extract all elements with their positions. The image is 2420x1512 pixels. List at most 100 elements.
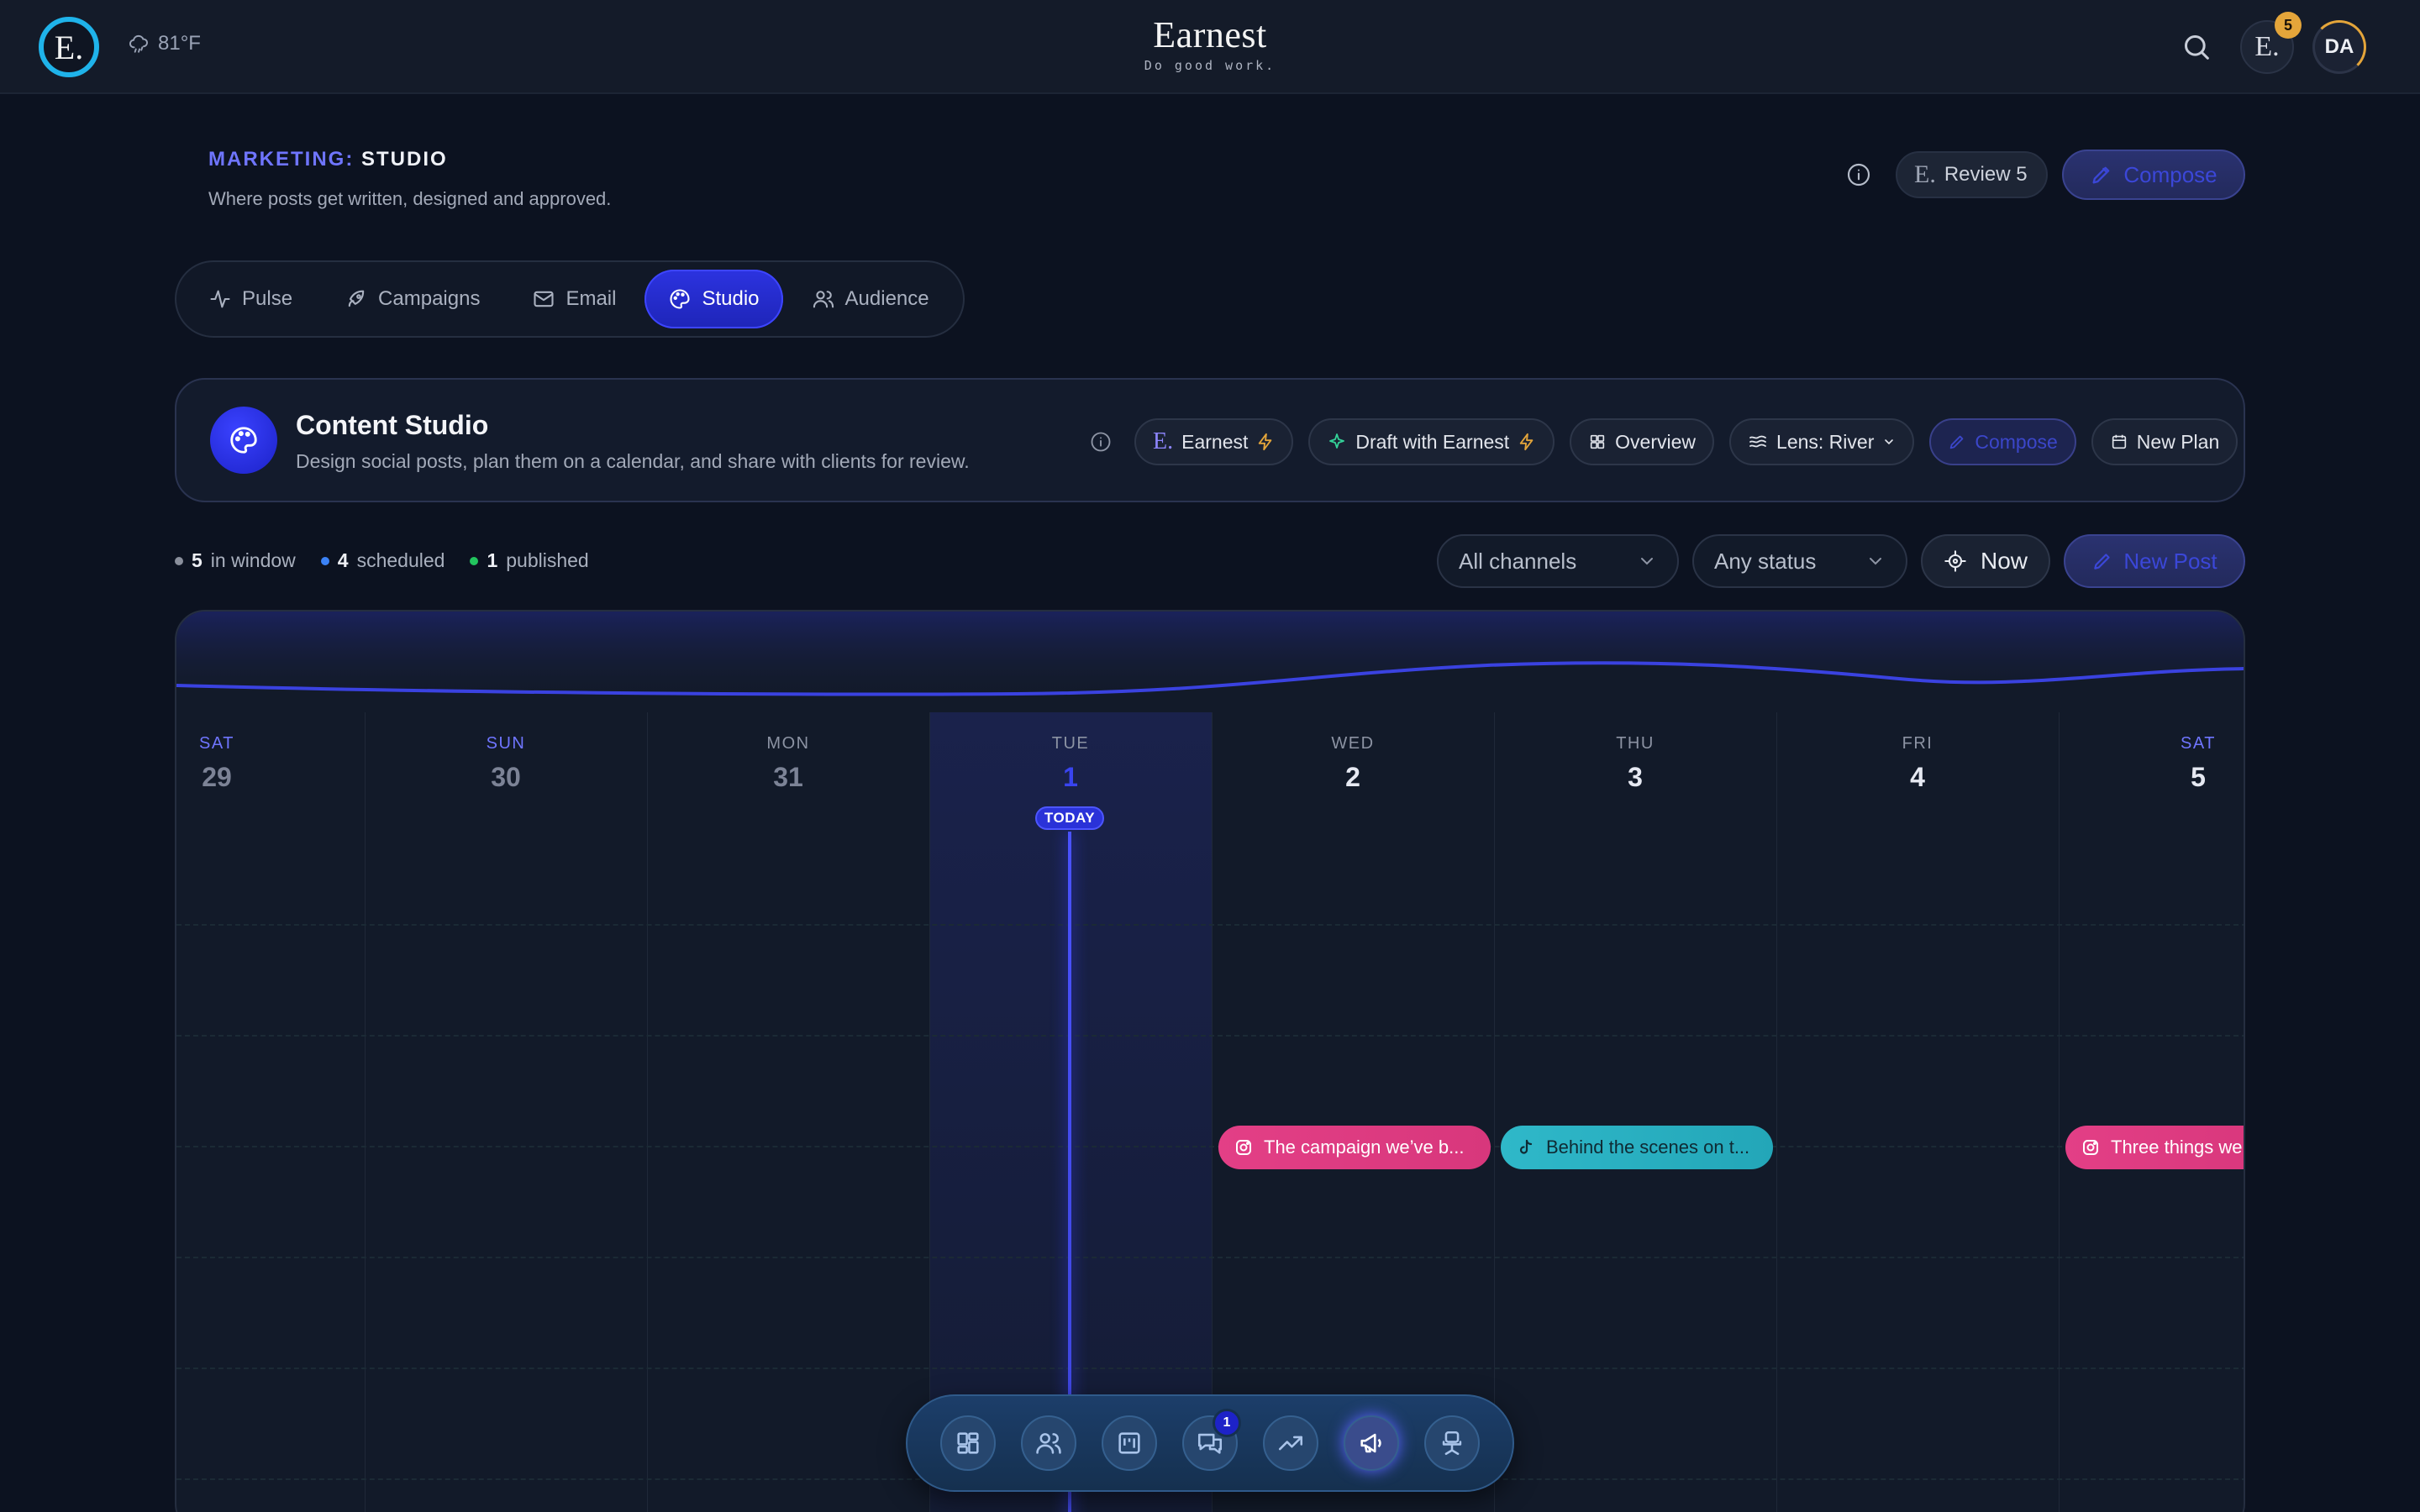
compose-label: Compose xyxy=(2123,161,2217,187)
section-tabs: Pulse Campaigns Email Studio Audience xyxy=(175,260,965,338)
review-label: Review 5 xyxy=(1944,163,2028,186)
pen-icon xyxy=(2094,554,2111,570)
brand: Earnest Do good work. xyxy=(0,13,2420,73)
draft-with-earnest-chip[interactable]: Draft with Earnest xyxy=(1308,418,1555,465)
day-column[interactable] xyxy=(176,712,365,1512)
stat-label: published xyxy=(506,549,589,571)
earnest-mark: E. xyxy=(1914,160,1936,188)
tab-campaigns[interactable]: Campaigns xyxy=(321,270,503,328)
content-calendar: SAT 29 SUN 30 MON 31 TUE 1 WED 2 THU 3 F… xyxy=(175,610,2245,1512)
studio-subtitle: Design social posts, plan them on a cale… xyxy=(296,450,970,472)
compose-chip[interactable]: Compose xyxy=(1929,418,2076,465)
day-column[interactable] xyxy=(647,712,929,1512)
scheduled-post[interactable]: Three things we xyxy=(2065,1126,2244,1169)
status-dot xyxy=(175,556,183,565)
tab-label: Audience xyxy=(844,287,929,310)
compose-button[interactable]: Compose xyxy=(2062,150,2245,200)
day-number: 29 xyxy=(202,762,232,792)
day-number: 30 xyxy=(491,762,521,792)
dock-marketing[interactable] xyxy=(1344,1415,1399,1471)
chip-label: Earnest xyxy=(1181,430,1249,453)
search-icon xyxy=(2185,35,2209,60)
time-gridline xyxy=(176,1257,2244,1258)
tiktok-icon xyxy=(1519,1139,1533,1154)
day-of-week: MON xyxy=(766,734,810,753)
activity-icon xyxy=(210,290,230,308)
stats-summary: 5 in window 4 scheduled 1 published xyxy=(175,549,589,572)
chevron-down-icon xyxy=(1641,558,1653,565)
search-button[interactable] xyxy=(2180,30,2213,64)
day-header: SAT 5 xyxy=(2173,734,2223,793)
scheduled-post[interactable]: The campaign we’ve b... xyxy=(1218,1126,1491,1169)
people-icon xyxy=(1036,1433,1061,1454)
time-gridline xyxy=(176,1146,2244,1147)
page-info-button[interactable] xyxy=(1845,161,1872,188)
stat-value: 4 xyxy=(337,549,349,571)
new-post-button[interactable]: New Post xyxy=(2064,534,2245,588)
mail-icon xyxy=(534,291,555,307)
avatar[interactable]: DA xyxy=(2312,20,2366,74)
grid-icon xyxy=(1591,434,1605,449)
stat-label: scheduled xyxy=(356,549,445,571)
dock-workspace[interactable] xyxy=(1424,1415,1480,1471)
day-number: 4 xyxy=(1910,762,1925,792)
day-header: WED 2 xyxy=(1306,734,1400,793)
crosshair-icon xyxy=(1944,550,1966,572)
chip-label: Compose xyxy=(1975,430,2058,453)
tab-pulse[interactable]: Pulse xyxy=(185,270,316,328)
earnest-chip[interactable]: E. Earnest xyxy=(1134,418,1294,465)
dock-dashboard[interactable] xyxy=(940,1415,996,1471)
bolt-icon xyxy=(1519,433,1534,451)
board-icon xyxy=(1118,1432,1140,1454)
megaphone-icon xyxy=(1360,1433,1381,1453)
chip-label: Lens: River xyxy=(1776,430,1875,453)
new-plan-chip[interactable]: New Plan xyxy=(2091,418,2238,465)
dock-trends[interactable] xyxy=(1263,1415,1318,1471)
breadcrumb: MARKETING: STUDIO xyxy=(208,148,448,171)
day-column[interactable] xyxy=(1212,712,1494,1512)
earnest-mark: E. xyxy=(1153,428,1174,454)
day-header: SAT 29 xyxy=(192,734,242,793)
status-dot xyxy=(320,556,329,565)
earnest-mark: E. xyxy=(2254,31,2280,62)
brand-tagline: Do good work. xyxy=(1144,58,1276,73)
stat-label: in window xyxy=(210,549,296,571)
tab-label: Studio xyxy=(702,287,760,310)
chip-label: Draft with Earnest xyxy=(1355,430,1510,453)
day-of-week: SUN xyxy=(486,734,526,753)
stat-scheduled: 4 scheduled xyxy=(320,549,445,572)
lens-select[interactable]: Lens: River xyxy=(1729,418,1915,465)
new-post-label: New Post xyxy=(2123,548,2217,574)
dock-people[interactable] xyxy=(1021,1415,1076,1471)
day-column[interactable] xyxy=(365,712,647,1512)
tab-label: Email xyxy=(566,287,617,310)
studio-info-button[interactable] xyxy=(1089,430,1113,454)
day-column[interactable] xyxy=(1494,712,1776,1512)
stat-value: 1 xyxy=(487,549,498,571)
status-select[interactable]: Any status xyxy=(1692,534,1907,588)
day-header: SUN 30 xyxy=(459,734,553,793)
day-column[interactable] xyxy=(1776,712,2059,1512)
tab-audience[interactable]: Audience xyxy=(788,270,953,328)
dock-chat[interactable]: 1 xyxy=(1182,1409,1241,1471)
tab-email[interactable]: Email xyxy=(508,270,639,328)
breadcrumb-section[interactable]: MARKETING: xyxy=(208,148,354,171)
dock-board[interactable] xyxy=(1102,1415,1157,1471)
post-title: The campaign we’ve b... xyxy=(1264,1137,1465,1158)
activity-wave xyxy=(176,612,2244,696)
today-badge: TODAY xyxy=(1035,806,1104,830)
info-icon xyxy=(1847,163,1870,186)
overview-chip[interactable]: Overview xyxy=(1570,418,1715,465)
day-header-today: TUE 1 xyxy=(1023,734,1118,793)
jump-to-now-button[interactable]: Now xyxy=(1921,534,2050,588)
chair-icon xyxy=(1442,1431,1462,1456)
instagram-icon xyxy=(2083,1140,2098,1155)
trend-icon xyxy=(1278,1436,1303,1451)
status-dot xyxy=(470,556,479,565)
review-button[interactable]: E. Review 5 xyxy=(1896,151,2048,198)
day-number: 5 xyxy=(2191,762,2206,792)
day-column[interactable] xyxy=(2059,712,2244,1512)
channel-select[interactable]: All channels xyxy=(1437,534,1679,588)
tab-studio[interactable]: Studio xyxy=(644,270,783,328)
scheduled-post[interactable]: Behind the scenes on t... xyxy=(1501,1126,1773,1169)
